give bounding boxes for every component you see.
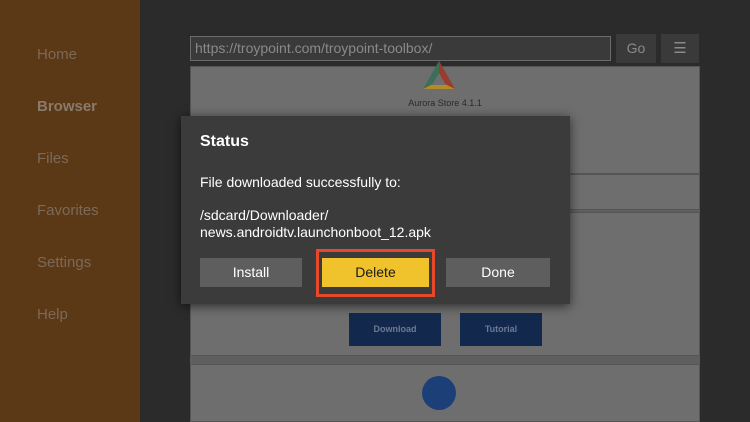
- delete-button[interactable]: Delete: [322, 258, 429, 287]
- aurora-store-logo-icon: [423, 61, 455, 89]
- download-path-filename: news.androidtv.launchonboot_12.apk: [200, 224, 431, 240]
- downloader-app-screen: Home Browser Files Favorites Settings He…: [0, 0, 750, 422]
- download-path: /sdcard/Downloader/ news.androidtv.launc…: [200, 207, 431, 241]
- sidebar-item-browser[interactable]: Browser: [37, 98, 97, 115]
- sidebar: Home Browser Files Favorites Settings He…: [0, 0, 140, 422]
- download-path-folder: /sdcard/Downloader/: [200, 207, 329, 223]
- download-button[interactable]: Download: [349, 313, 441, 346]
- tutorial-button[interactable]: Tutorial: [460, 313, 542, 346]
- install-button[interactable]: Install: [200, 258, 302, 287]
- done-button[interactable]: Done: [446, 258, 550, 287]
- dialog-message: File downloaded successfully to:: [200, 174, 401, 190]
- app-icon: [422, 376, 456, 410]
- sidebar-item-favorites[interactable]: Favorites: [37, 202, 99, 219]
- url-input[interactable]: https://troypoint.com/troypoint-toolbox/: [190, 36, 611, 61]
- sidebar-item-help[interactable]: Help: [37, 306, 68, 323]
- sidebar-item-home[interactable]: Home: [37, 46, 77, 63]
- status-dialog: Status File downloaded successfully to: …: [181, 116, 570, 304]
- dialog-title: Status: [200, 133, 249, 150]
- sidebar-item-files[interactable]: Files: [37, 150, 69, 167]
- menu-icon[interactable]: ☰: [661, 34, 699, 63]
- go-button[interactable]: Go: [616, 34, 656, 63]
- app-title: Aurora Store 4.1.1: [408, 98, 482, 108]
- sidebar-item-settings[interactable]: Settings: [37, 254, 91, 271]
